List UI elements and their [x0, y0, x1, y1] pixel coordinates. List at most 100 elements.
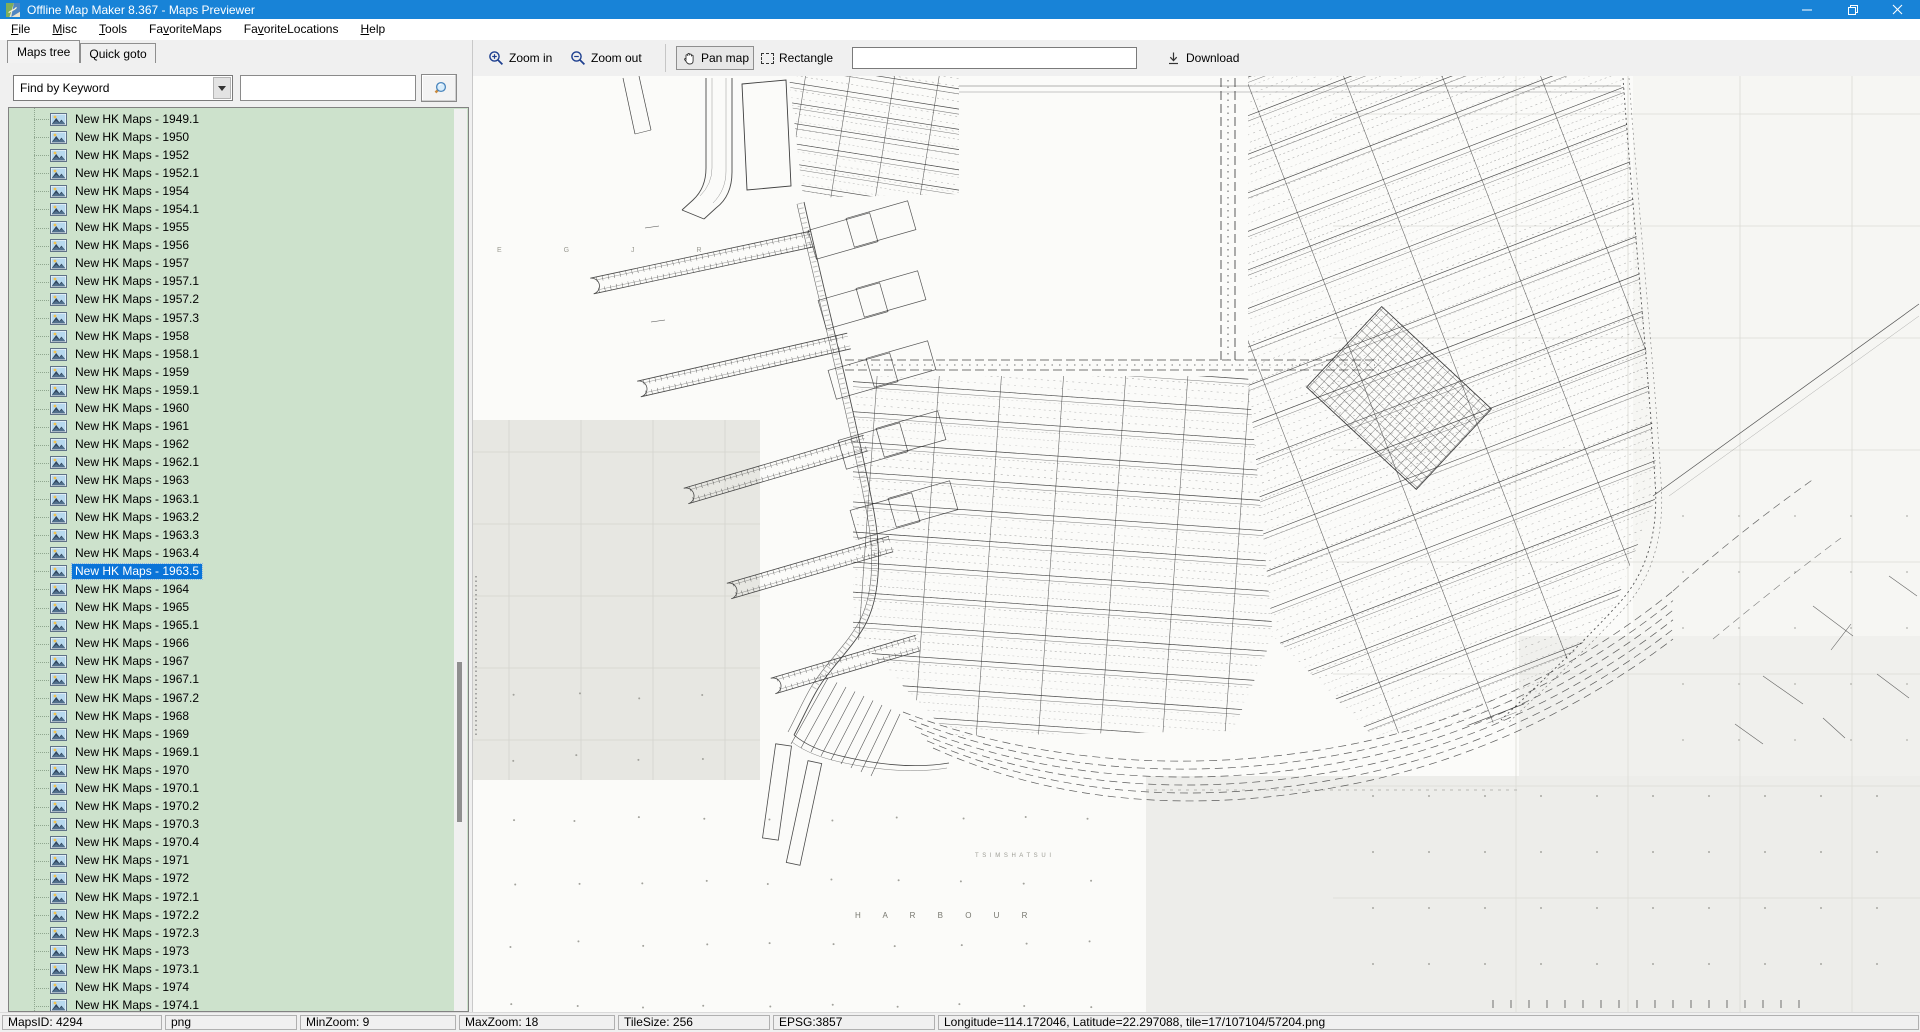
tree-item-label: New HK Maps - 1969.1 [72, 745, 202, 760]
tree-item-label: New HK Maps - 1970.3 [72, 817, 202, 832]
map-layer-icon [50, 221, 67, 234]
tree-connector [34, 318, 49, 319]
tree-item[interactable]: New HK Maps - 1967.1 [9, 671, 453, 689]
tree-item[interactable]: New HK Maps - 1958 [9, 327, 453, 345]
zoom-out-button[interactable]: Zoom out [566, 46, 646, 70]
tree-item[interactable]: New HK Maps - 1955 [9, 219, 453, 237]
tree-item[interactable]: New HK Maps - 1963.3 [9, 526, 453, 544]
tree-item-label: New HK Maps - 1966 [72, 636, 192, 651]
restore-button[interactable] [1830, 0, 1875, 19]
tree-scrollbar[interactable] [454, 109, 467, 1012]
tree-item[interactable]: New HK Maps - 1972.2 [9, 906, 453, 924]
tree-item[interactable]: New HK Maps - 1965.1 [9, 617, 453, 635]
tree-connector [34, 680, 49, 681]
search-button[interactable] [421, 74, 457, 102]
tree-item[interactable]: New HK Maps - 1971 [9, 852, 453, 870]
map-layer-icon [50, 438, 67, 451]
menu-item-file[interactable]: File [0, 19, 41, 40]
tree-item[interactable]: New HK Maps - 1972.3 [9, 924, 453, 942]
tree-connector [34, 390, 49, 391]
svg-text:H A R B O U R: H A R B O U R [855, 911, 1037, 920]
tree-item-label: New HK Maps - 1972 [72, 871, 192, 886]
tree-item[interactable]: New HK Maps - 1960 [9, 400, 453, 418]
tree-item[interactable]: New HK Maps - 1970.1 [9, 779, 453, 797]
tree-item[interactable]: New HK Maps - 1961 [9, 418, 453, 436]
tree-item[interactable]: New HK Maps - 1949.1 [9, 110, 453, 128]
map-layer-icon [50, 456, 67, 469]
map-layer-icon [50, 872, 67, 885]
map-layer-icon [50, 673, 67, 686]
tree-item[interactable]: New HK Maps - 1963.1 [9, 490, 453, 508]
tree-item[interactable]: New HK Maps - 1972 [9, 870, 453, 888]
tree-item[interactable]: New HK Maps - 1963.2 [9, 508, 453, 526]
close-button[interactable] [1875, 0, 1920, 19]
map-layer-icon [50, 257, 67, 270]
download-button[interactable]: Download [1162, 46, 1243, 70]
tree-item[interactable]: New HK Maps - 1966 [9, 635, 453, 653]
tree-item-label: New HK Maps - 1963.1 [72, 492, 202, 507]
rectangle-button[interactable]: Rectangle [757, 46, 837, 70]
tree-item[interactable]: New HK Maps - 1952.1 [9, 164, 453, 182]
tree-item[interactable]: New HK Maps - 1970.2 [9, 798, 453, 816]
map-layer-icon [50, 185, 67, 198]
tree-item[interactable]: New HK Maps - 1962 [9, 436, 453, 454]
tab-quick-goto[interactable]: Quick goto [80, 43, 155, 63]
tree-item[interactable]: New HK Maps - 1973.1 [9, 960, 453, 978]
tree-item-label: New HK Maps - 1964 [72, 582, 192, 597]
combo-dropdown-button[interactable] [213, 77, 231, 99]
tree-item[interactable]: New HK Maps - 1967 [9, 653, 453, 671]
tree-item[interactable]: New HK Maps - 1959.1 [9, 381, 453, 399]
tree-item[interactable]: New HK Maps - 1959 [9, 363, 453, 381]
tree-scrollbar-thumb[interactable] [457, 662, 462, 822]
tree-item[interactable]: New HK Maps - 1957.1 [9, 273, 453, 291]
menu-item-help[interactable]: Help [349, 19, 396, 40]
tree-item[interactable]: New HK Maps - 1963.4 [9, 544, 453, 562]
tree-item[interactable]: New HK Maps - 1954.1 [9, 200, 453, 218]
menu-item-favoritemaps[interactable]: FavoriteMaps [138, 19, 233, 40]
tree-item[interactable]: New HK Maps - 1957 [9, 255, 453, 273]
tree-item[interactable]: New HK Maps - 1967.2 [9, 689, 453, 707]
toolbar-input[interactable] [852, 47, 1137, 69]
zoom-in-button[interactable]: Zoom in [484, 46, 556, 70]
tree-item-label: New HK Maps - 1974.1 [72, 998, 202, 1012]
menu-item-favoritelocations[interactable]: FavoriteLocations [233, 19, 350, 40]
tree-item[interactable]: New HK Maps - 1964 [9, 580, 453, 598]
tree-item[interactable]: New HK Maps - 1970.3 [9, 816, 453, 834]
tree-item[interactable]: New HK Maps - 1973 [9, 942, 453, 960]
map-viewport[interactable]: H A R B O U RE G J RT S I M S H A T S U … [473, 76, 1920, 1012]
tree-item[interactable]: New HK Maps - 1957.3 [9, 309, 453, 327]
tree-item[interactable]: New HK Maps - 1954 [9, 182, 453, 200]
tree-item[interactable]: New HK Maps - 1970.4 [9, 834, 453, 852]
find-mode-select[interactable]: Find by Keyword [13, 75, 233, 101]
tree-item[interactable]: New HK Maps - 1952 [9, 146, 453, 164]
tree-item[interactable]: New HK Maps - 1972.1 [9, 888, 453, 906]
tree-item[interactable]: New HK Maps - 1969.1 [9, 743, 453, 761]
sidebar-tabstrip: Maps tree Quick goto [0, 40, 156, 63]
tree-item[interactable]: New HK Maps - 1968 [9, 707, 453, 725]
tree-connector [34, 716, 49, 717]
tree-item[interactable]: New HK Maps - 1962.1 [9, 454, 453, 472]
tree-item[interactable]: New HK Maps - 1957.2 [9, 291, 453, 309]
pan-map-button[interactable]: Pan map [676, 46, 754, 70]
tree-item[interactable]: New HK Maps - 1965 [9, 599, 453, 617]
tree-connector [34, 589, 49, 590]
menu-item-misc[interactable]: Misc [41, 19, 88, 40]
tree-item-selected[interactable]: New HK Maps - 1963.5 [9, 562, 453, 580]
tree-item[interactable]: New HK Maps - 1969 [9, 725, 453, 743]
tree-item[interactable]: New HK Maps - 1950 [9, 128, 453, 146]
tree-item-label: New HK Maps - 1954 [72, 184, 192, 199]
tree-item[interactable]: New HK Maps - 1974.1 [9, 997, 453, 1012]
tree-item[interactable]: New HK Maps - 1958.1 [9, 345, 453, 363]
menu-item-tools[interactable]: Tools [88, 19, 138, 40]
tree-item[interactable]: New HK Maps - 1974 [9, 979, 453, 997]
keyword-input[interactable] [240, 75, 416, 101]
tree-item[interactable]: New HK Maps - 1970 [9, 761, 453, 779]
minimize-button[interactable] [1785, 0, 1830, 19]
tab-maps-tree[interactable]: Maps tree [7, 40, 80, 63]
tree-item-label: New HK Maps - 1957.1 [72, 274, 202, 289]
tree-item-label: New HK Maps - 1963.5 [72, 564, 202, 579]
tree-item[interactable]: New HK Maps - 1956 [9, 237, 453, 255]
map-layer-icon [50, 728, 67, 741]
map-layer-icon [50, 565, 67, 578]
tree-item[interactable]: New HK Maps - 1963 [9, 472, 453, 490]
